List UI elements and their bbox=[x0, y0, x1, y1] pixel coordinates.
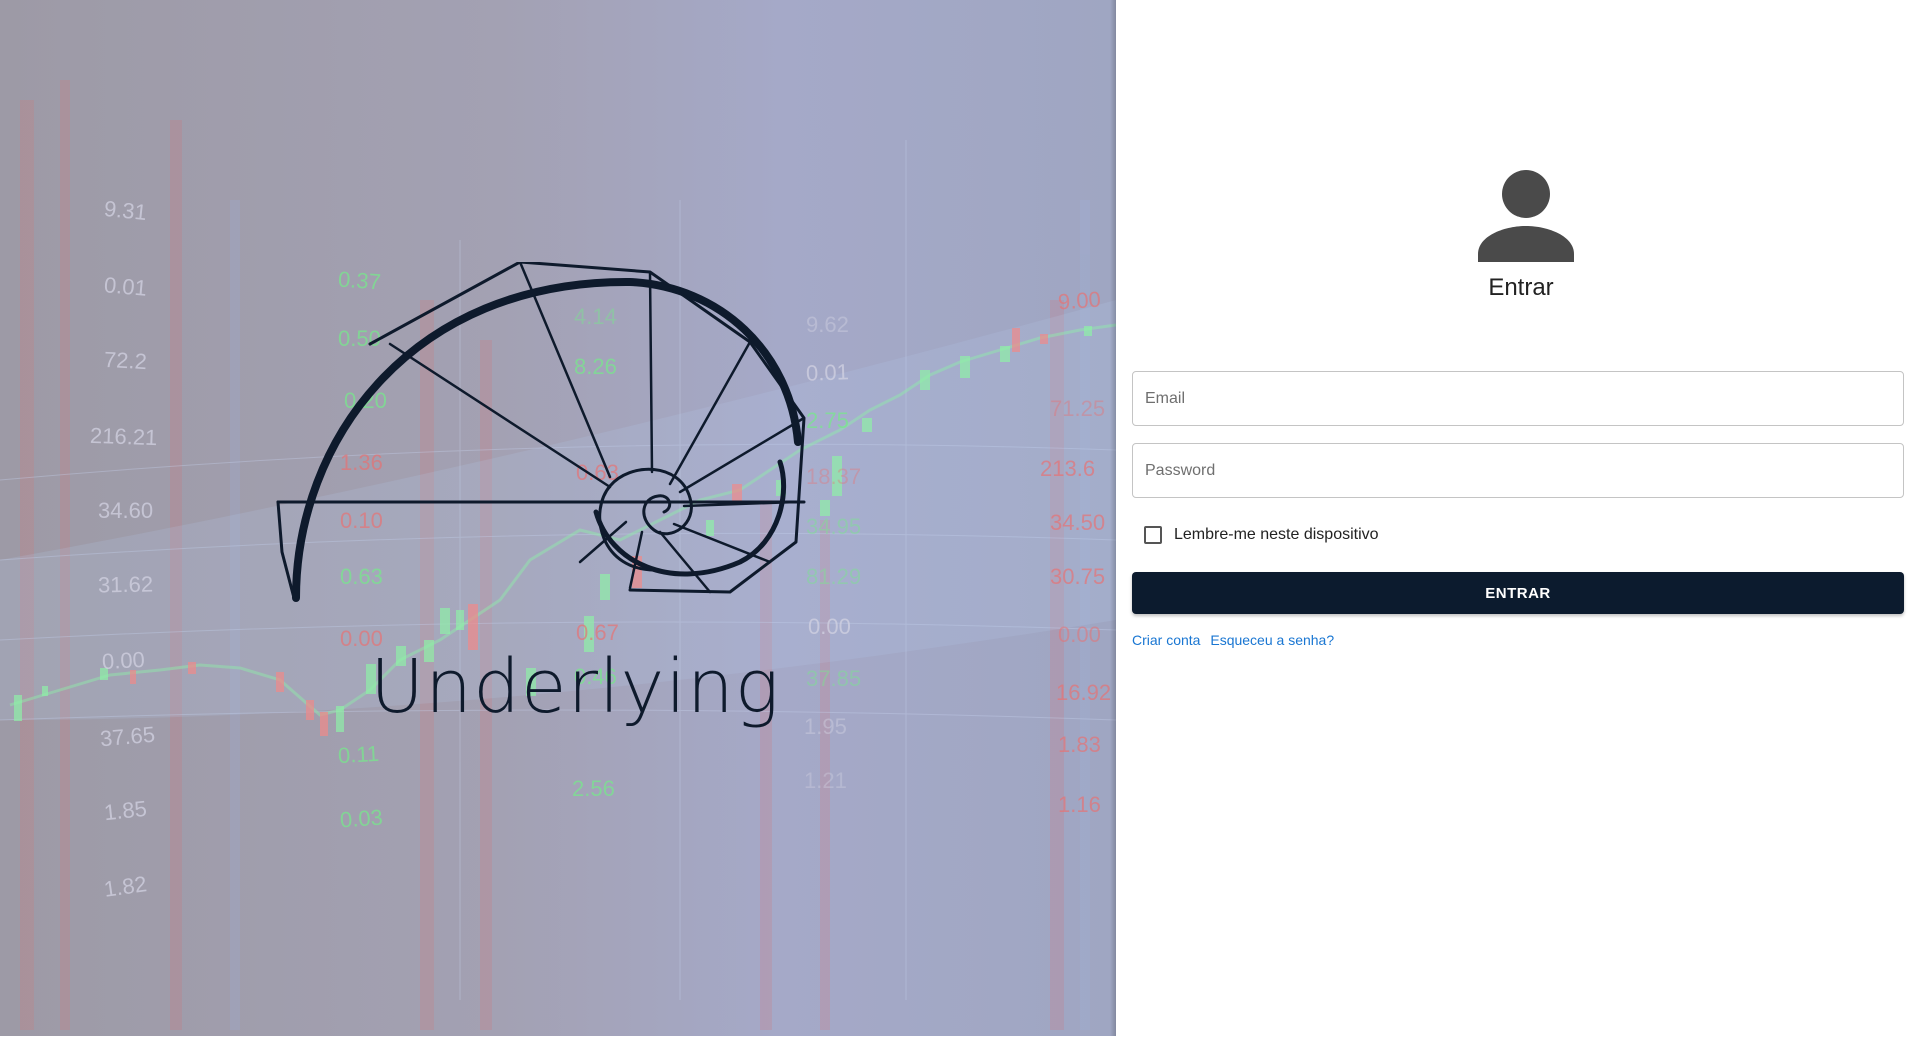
ticker-value: 34.60 bbox=[98, 498, 154, 523]
login-panel: Entrar Lembre-me neste dispositivo ENTRA… bbox=[1116, 0, 1920, 1057]
ticker-value: 2.56 bbox=[572, 776, 615, 801]
ticker-value: 31.62 bbox=[97, 571, 154, 598]
ticker-value: 81.29 bbox=[806, 564, 862, 589]
ticker-value: 72.2 bbox=[103, 346, 148, 375]
password-field[interactable] bbox=[1133, 444, 1903, 497]
submit-button[interactable]: ENTRAR bbox=[1132, 572, 1904, 614]
ticker-value: 9.31 bbox=[102, 195, 149, 226]
ticker-value: 1.82 bbox=[102, 871, 149, 902]
ticker-value: 37.65 bbox=[98, 721, 157, 752]
person-icon bbox=[1478, 170, 1574, 262]
ticker-value: 2.75 bbox=[806, 408, 849, 433]
remember-me-checkbox[interactable] bbox=[1144, 526, 1162, 544]
ticker-value: 9.62 bbox=[806, 312, 849, 337]
ticker-value: 9.00 bbox=[1057, 286, 1102, 315]
brand-wordmark: Underlying bbox=[370, 644, 781, 730]
ticker-value: 0.01 bbox=[103, 272, 148, 301]
ticker-value: 0.03 bbox=[339, 804, 384, 833]
ticker-value: 0.11 bbox=[337, 740, 380, 769]
ticker-value: 30.75 bbox=[1050, 564, 1106, 589]
ticker-value: 216.21 bbox=[89, 422, 158, 451]
email-field-container bbox=[1132, 371, 1904, 426]
ticker-value: 1.95 bbox=[804, 714, 847, 739]
forgot-password-link[interactable]: Esqueceu a senha? bbox=[1210, 632, 1334, 648]
spiral-staircase-logo-icon bbox=[276, 262, 806, 602]
email-field[interactable] bbox=[1133, 372, 1903, 425]
ticker-value: 16.92 bbox=[1056, 680, 1112, 705]
ticker-value: 34.95 bbox=[806, 514, 862, 539]
ticker-value: 37.85 bbox=[806, 666, 862, 691]
password-field-container bbox=[1132, 443, 1904, 498]
ticker-value: 18.37 bbox=[806, 464, 862, 489]
remember-me-row: Lembre-me neste dispositivo bbox=[1144, 524, 1379, 546]
ticker-value: 0.00 bbox=[808, 614, 851, 639]
login-title: Entrar bbox=[1488, 274, 1554, 301]
login-screen: 9.31 0.01 72.2 216.21 34.60 31.62 0.00 3… bbox=[0, 0, 1920, 1057]
ticker-value: 0.00 bbox=[101, 646, 146, 675]
ticker-value: 0.00 bbox=[1058, 622, 1101, 647]
ticker-value: 0.01 bbox=[805, 359, 850, 386]
ticker-value: 213.6 bbox=[1040, 456, 1096, 481]
hero-panel: 9.31 0.01 72.2 216.21 34.60 31.62 0.00 3… bbox=[0, 0, 1116, 1036]
ticker-value: 1.21 bbox=[804, 768, 847, 793]
ticker-value: 1.83 bbox=[1058, 732, 1101, 757]
ticker-value: 0.67 bbox=[576, 620, 619, 645]
auth-links: Criar conta Esqueceu a senha? bbox=[1132, 632, 1340, 648]
ticker-value: 1.16 bbox=[1058, 792, 1101, 817]
ticker-value: 71.25 bbox=[1050, 396, 1106, 421]
remember-me-label[interactable]: Lembre-me neste dispositivo bbox=[1174, 526, 1379, 544]
ticker-value: 34.50 bbox=[1050, 510, 1106, 535]
create-account-link[interactable]: Criar conta bbox=[1132, 632, 1200, 648]
ticker-value: 1.85 bbox=[102, 795, 148, 826]
